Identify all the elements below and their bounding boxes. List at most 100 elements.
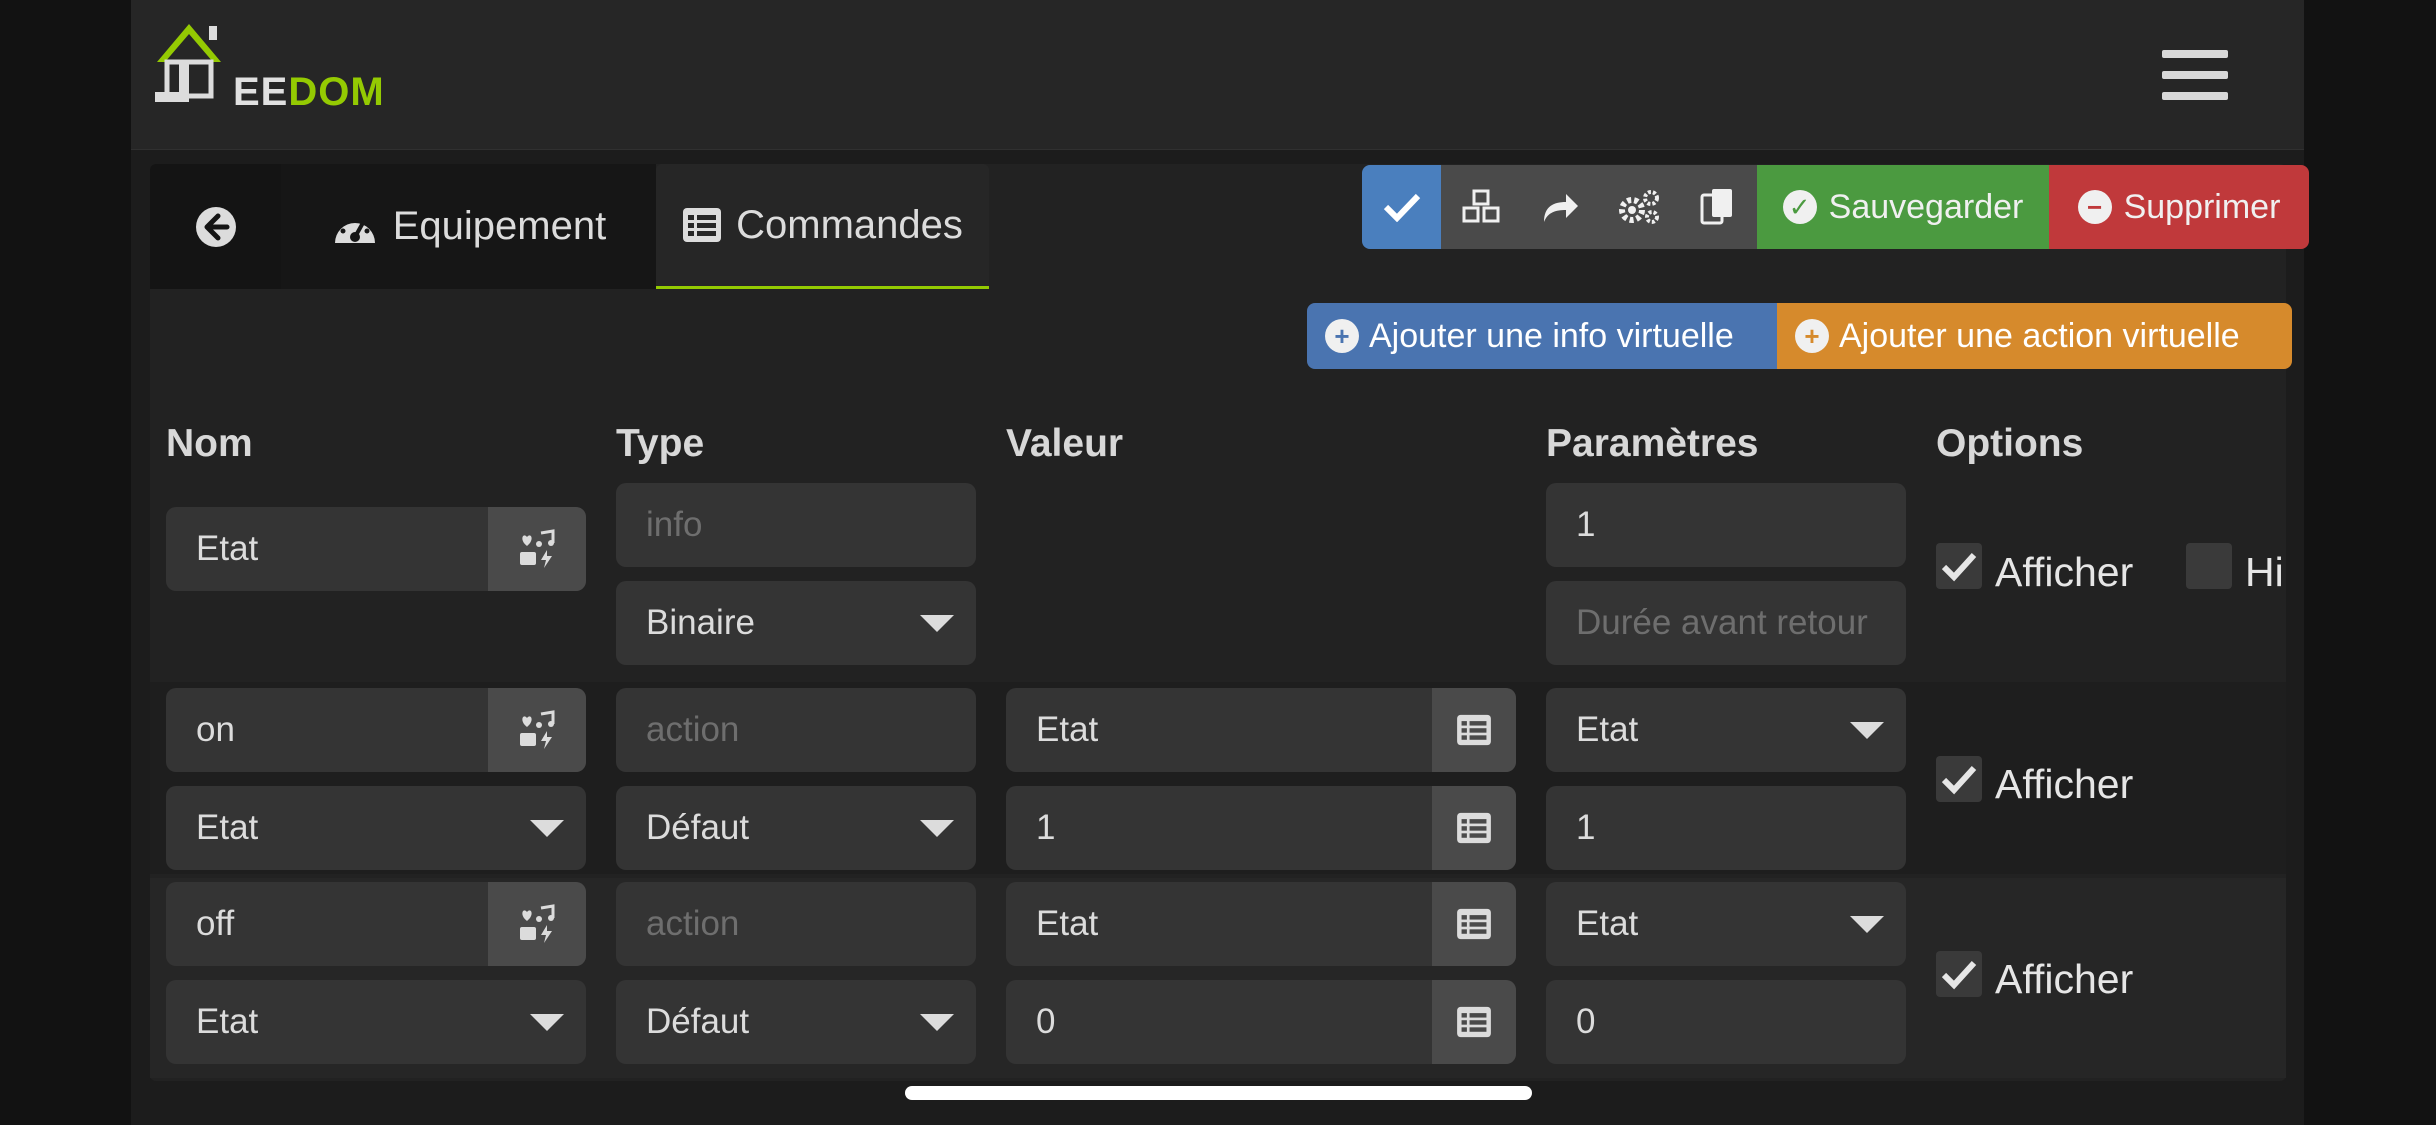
list-alt-icon (1457, 714, 1491, 746)
gears-icon (1618, 190, 1659, 224)
historize-checkbox[interactable] (2186, 543, 2232, 589)
copy-icon (1700, 189, 1732, 225)
validate-button[interactable] (1362, 165, 1441, 249)
app-window: EEDOM Equipement Commandes ✓ Sauvegarder… (131, 0, 2309, 1125)
cubes-button[interactable] (1441, 165, 1520, 249)
column-header-parametres: Paramètres (1546, 422, 1759, 465)
arrow-circle-left-icon (195, 206, 236, 247)
check-circle-icon: ✓ (1782, 190, 1817, 224)
chevron-down-icon (920, 615, 954, 632)
home-indicator[interactable] (905, 1086, 1532, 1100)
type-field: info (616, 483, 976, 567)
navbar: EEDOM (131, 0, 2304, 150)
subtype-select[interactable]: Défaut (616, 980, 976, 1064)
value-input[interactable]: 1 (1006, 786, 1516, 870)
add-virtual-action-label: Ajouter une action virtuelle (1839, 316, 2240, 355)
command-name-input[interactable]: Etat (166, 507, 586, 591)
add-virtual-info-button[interactable]: + Ajouter une info virtuelle (1307, 303, 1777, 369)
tab-back[interactable] (150, 164, 281, 289)
delete-button-label: Supprimer (2123, 187, 2281, 226)
check-icon (1941, 960, 1977, 990)
type-field: action (616, 688, 976, 772)
icon-picker-icon (520, 710, 555, 749)
house-logo-icon (155, 24, 221, 102)
command-name-input[interactable]: on (166, 688, 586, 772)
cubes-icon (1462, 189, 1499, 223)
add-virtual-action-button[interactable]: + Ajouter une action virtuelle (1777, 303, 2292, 369)
chevron-down-icon (1850, 722, 1884, 739)
minus-circle-icon: − (2077, 190, 2112, 224)
type-field: action (616, 882, 976, 966)
list-button[interactable] (1432, 882, 1516, 966)
tab-commandes-label: Commandes (736, 202, 963, 247)
chevron-down-icon (1850, 916, 1884, 933)
add-virtual-info-label: Ajouter une info virtuelle (1369, 316, 1734, 355)
subtype-select[interactable]: Binaire (616, 581, 976, 665)
show-checkbox[interactable] (1936, 543, 1982, 589)
list-button[interactable] (1432, 688, 1516, 772)
value-input[interactable]: 0 (1006, 980, 1516, 1064)
command-row-on: on Etat action Défaut Etat 1 Etat 1 Affi… (150, 682, 2286, 874)
command-name-value: Etat (196, 529, 259, 568)
equipment-panel: Equipement Commandes ✓ Sauvegarder − Sup… (150, 164, 2309, 1081)
tab-equipement-label: Equipement (392, 204, 607, 248)
save-button[interactable]: ✓ Sauvegarder (1757, 165, 2049, 249)
jeedom-logo[interactable]: EEDOM (151, 18, 384, 118)
show-label: Afficher (1995, 549, 2134, 595)
command-row-etat: Etat info Binaire 1 Durée avant retour A… (150, 482, 2286, 680)
return-delay-input[interactable]: Durée avant retour (1546, 581, 1906, 665)
icon-picker-icon (520, 904, 555, 943)
share-button[interactable] (1520, 165, 1599, 249)
linked-info-select[interactable]: Etat (166, 980, 586, 1064)
share-arrow-icon (1543, 194, 1578, 222)
icon-picker-button[interactable] (488, 507, 586, 591)
check-icon (1383, 193, 1420, 222)
param-select[interactable]: Etat (1546, 688, 1906, 772)
param-value-input[interactable]: 1 (1546, 786, 1906, 870)
command-name-input[interactable]: off (166, 882, 586, 966)
dashboard-gauge-icon (334, 214, 375, 243)
icon-picker-button[interactable] (488, 882, 586, 966)
add-command-bar: + Ajouter une info virtuelle + Ajouter u… (1307, 303, 2292, 369)
param-select[interactable]: Etat (1546, 882, 1906, 966)
delete-button[interactable]: − Supprimer (2049, 165, 2309, 249)
chevron-down-icon (530, 820, 564, 837)
save-button-label: Sauvegarder (1828, 187, 2024, 226)
list-button[interactable] (1432, 980, 1516, 1064)
plus-circle-icon: + (1325, 319, 1359, 353)
show-label: Afficher (1995, 956, 2134, 1002)
config-button[interactable] (1599, 165, 1678, 249)
action-toolbar: ✓ Sauvegarder − Supprimer (1362, 165, 2309, 249)
copy-button[interactable] (1678, 165, 1757, 249)
tab-commandes[interactable]: Commandes (656, 164, 989, 289)
historize-label: Hi (2245, 549, 2284, 595)
column-header-type: Type (616, 422, 705, 465)
check-icon (1941, 552, 1977, 582)
list-alt-icon (683, 208, 722, 242)
param-value-input[interactable]: 1 (1546, 483, 1906, 567)
logo-text: EEDOM (233, 70, 385, 114)
column-header-options: Options (1936, 422, 2084, 465)
icon-picker-icon (520, 529, 555, 568)
chevron-down-icon (530, 1014, 564, 1031)
check-icon (1941, 765, 1977, 795)
menu-hamburger-icon[interactable] (2162, 50, 2228, 104)
value-input[interactable]: Etat (1006, 882, 1516, 966)
command-row-off: off Etat action Défaut Etat 0 Etat 0 Aff… (150, 878, 2286, 1078)
plus-circle-icon: + (1795, 319, 1829, 353)
value-input[interactable]: Etat (1006, 688, 1516, 772)
subtype-select[interactable]: Défaut (616, 786, 976, 870)
column-header-valeur: Valeur (1006, 422, 1124, 465)
list-alt-icon (1457, 812, 1491, 844)
list-alt-icon (1457, 908, 1491, 940)
linked-info-select[interactable]: Etat (166, 786, 586, 870)
param-value-input[interactable]: 0 (1546, 980, 1906, 1064)
chevron-down-icon (920, 1014, 954, 1031)
tab-equipement[interactable]: Equipement (281, 164, 656, 289)
tab-bar: Equipement Commandes (150, 164, 989, 289)
icon-picker-button[interactable] (488, 688, 586, 772)
show-label: Afficher (1995, 761, 2134, 807)
list-button[interactable] (1432, 786, 1516, 870)
show-checkbox[interactable] (1936, 756, 1982, 802)
show-checkbox[interactable] (1936, 951, 1982, 997)
